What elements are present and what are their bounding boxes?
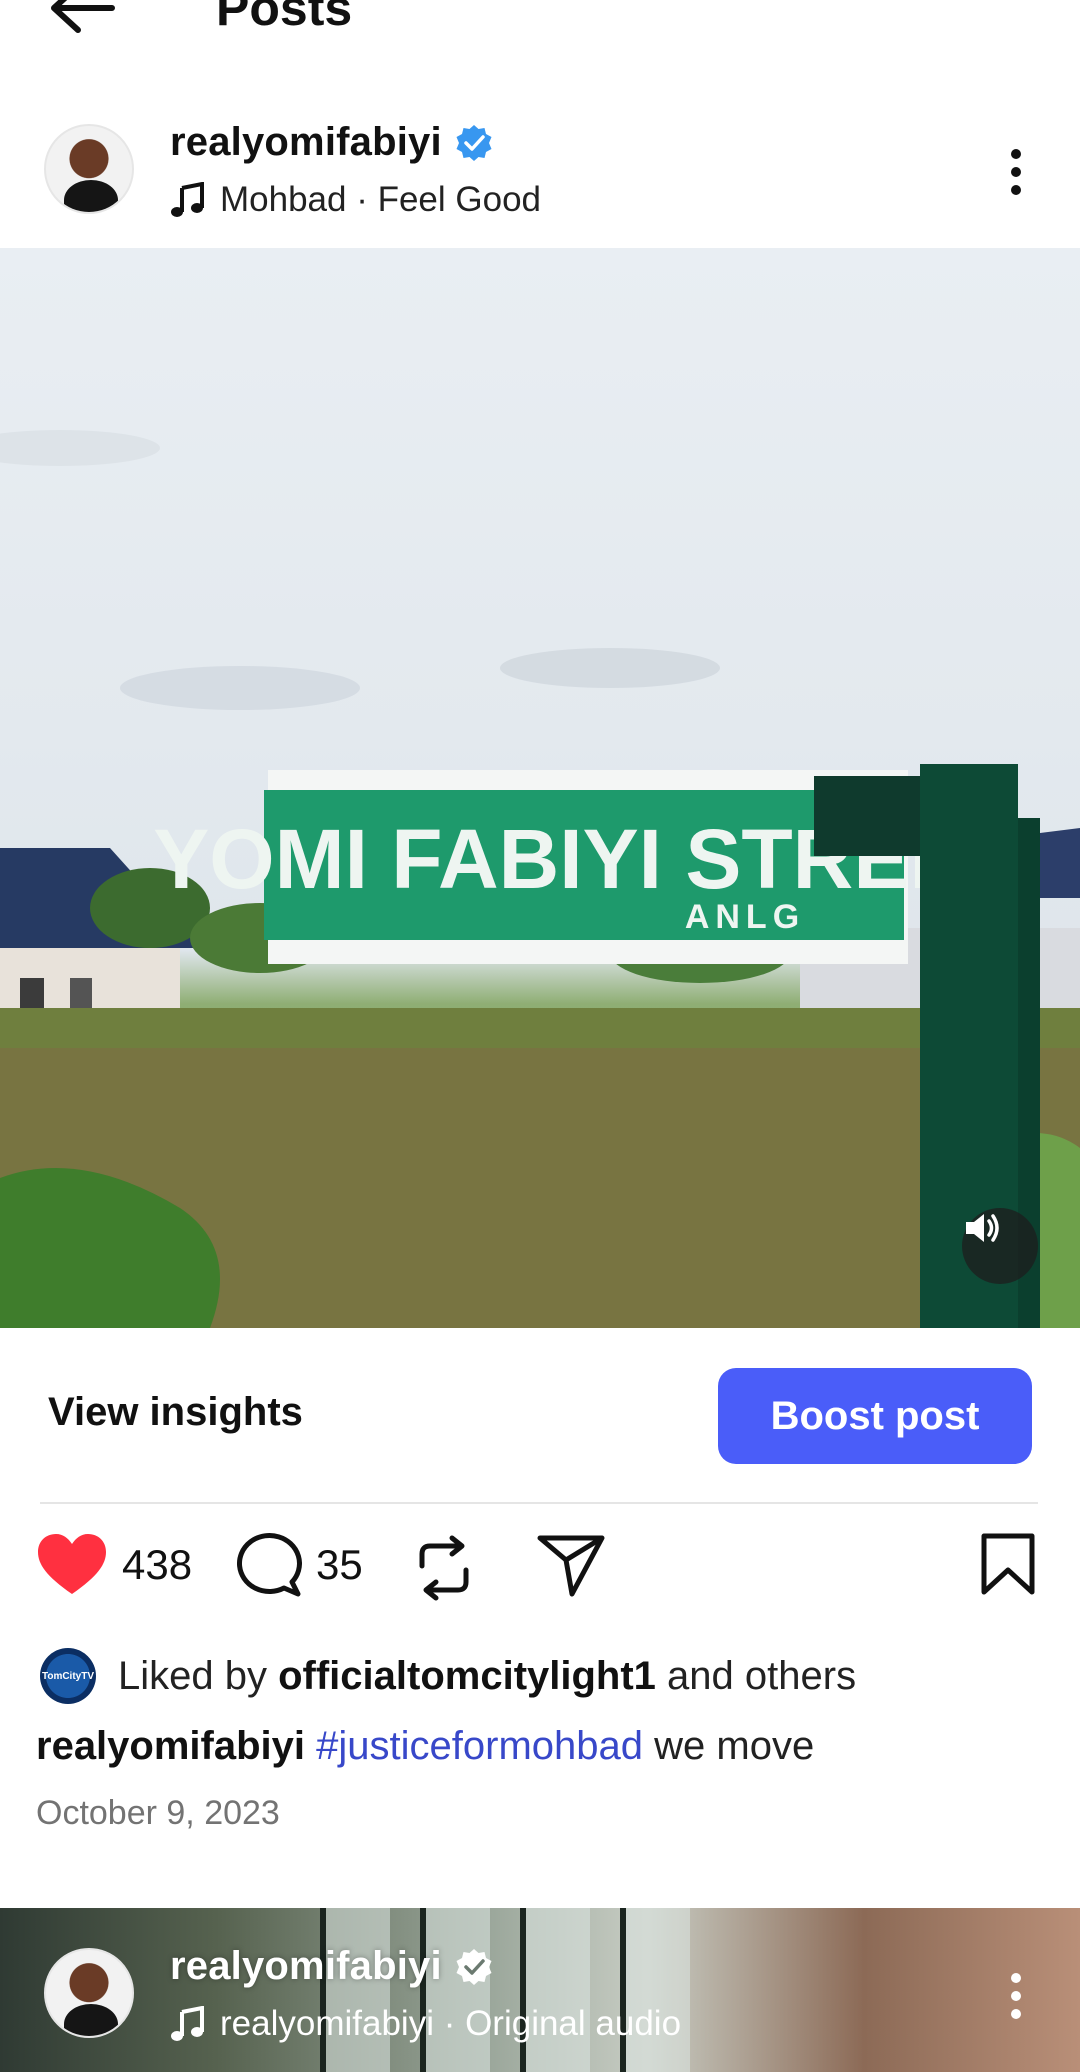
more-options-button[interactable] [996,144,1036,204]
audio-label: realyomifabiyi · Original audio [220,2004,682,2043]
repost-icon [419,1535,469,1601]
liked-by-suffix: and others [667,1653,857,1698]
comment-icon [236,1533,302,1597]
action-bar: 438 35 [0,1532,1080,1612]
caption-text: we move [654,1724,815,1768]
view-insights-link[interactable]: View insights [48,1390,303,1435]
liked-by-user[interactable]: officialtomcitylight1 [278,1654,656,1698]
mute-toggle-button[interactable] [962,1208,1038,1284]
heart-icon [38,1534,106,1594]
audio-row[interactable]: Mohbad · Feel Good [170,180,541,220]
post-date: October 9, 2023 [36,1794,280,1832]
share-icon [537,1535,605,1597]
insights-row: View insights Boost post [0,1368,1080,1464]
verified-badge-icon [456,1948,492,1985]
caption-hashtag[interactable]: #justiceformohbad [316,1724,643,1768]
top-bar: Posts [0,0,1080,60]
share-button[interactable] [536,1532,606,1598]
post-header: realyomifabiyi Mohbad · Feel Good [0,104,1080,234]
comments-count: 35 [316,1541,363,1588]
liker-avatar[interactable]: TomCityTV [40,1648,96,1704]
sign-subtext: ANLG [685,898,805,936]
like-button[interactable]: 438 [36,1532,192,1598]
divider [40,1502,1038,1504]
post-photo: YOMI FABIYI STREET ANLG [0,430,1080,1328]
music-note-icon [171,182,204,217]
boost-post-button[interactable]: Boost post [718,1368,1032,1464]
screen: Posts realyomifabiyi Mohbad · Feel Good [0,0,1080,2072]
avatar[interactable] [44,1948,134,2038]
post-media[interactable]: YOMI FABIYI STREET ANLG [0,248,1080,1328]
post-header-2: realyomifabiyi realyomifabiyi · Original… [0,1928,1080,2058]
repost-button[interactable] [414,1532,474,1604]
comment-button[interactable]: 35 [232,1532,363,1598]
save-button[interactable] [980,1532,1036,1596]
username-row: realyomifabiyi [170,120,494,165]
liked-by-prefix: Liked by [118,1653,267,1698]
music-note-icon [171,2006,204,2041]
back-button[interactable] [42,0,122,38]
caption-username[interactable]: realyomifabiyi [36,1724,305,1768]
audio-label: Mohbad · Feel Good [220,180,542,219]
audio-row[interactable]: realyomifabiyi · Original audio [170,2004,681,2044]
back-arrow-icon [51,0,115,33]
username[interactable]: realyomifabiyi [170,1944,442,1989]
page-title: Posts [216,0,353,36]
more-options-button[interactable] [996,1968,1036,2028]
username[interactable]: realyomifabiyi [170,120,442,165]
caption: realyomifabiyi #justiceformohbad we move [36,1724,814,1769]
username-row: realyomifabiyi [170,1944,494,1989]
likes-count: 438 [122,1541,193,1588]
more-vertical-icon [1011,149,1021,195]
more-vertical-icon [1011,1973,1021,2019]
bookmark-icon [981,1533,1035,1595]
verified-badge-icon [456,124,492,161]
liked-by-row[interactable]: TomCityTV Liked by officialtomcitylight1… [40,1648,856,1704]
speaker-icon [966,1214,999,1242]
avatar[interactable] [44,124,134,214]
